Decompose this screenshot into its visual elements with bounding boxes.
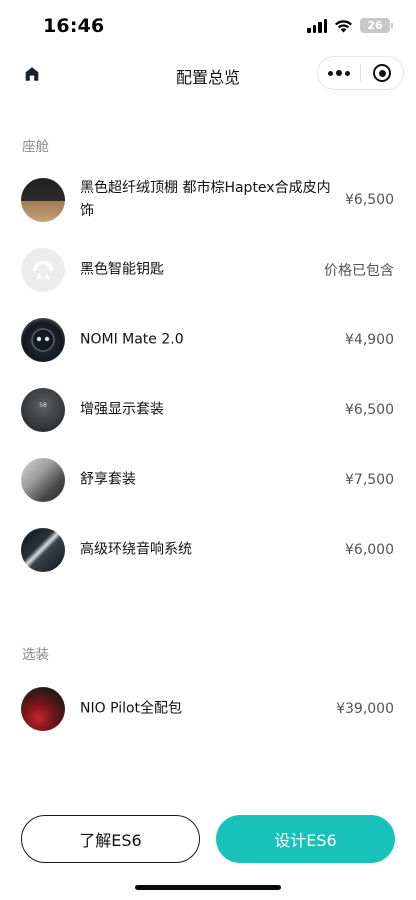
item-thumbnail: 58 <box>21 388 65 432</box>
item-thumbnail <box>21 687 65 731</box>
nomi-robot-icon <box>31 328 55 352</box>
item-name: 黑色智能钥匙 <box>80 261 164 278</box>
miniprogram-capsule <box>317 56 404 90</box>
nio-logo-icon <box>33 261 53 279</box>
wifi-icon <box>335 19 352 32</box>
item-thumbnail <box>21 318 65 362</box>
list-item[interactable]: NOMI Mate 2.0 ¥4,900 <box>0 305 416 375</box>
hud-speed-text: 58 <box>39 401 47 409</box>
status-icons: 26 <box>307 18 393 33</box>
learn-es6-button[interactable]: 了解ES6 <box>21 815 200 863</box>
item-price: ¥6,000 <box>345 542 394 558</box>
item-price: ¥39,000 <box>336 701 394 717</box>
item-price: 价格已包含 <box>324 263 394 279</box>
item-price: ¥6,500 <box>345 402 394 418</box>
battery-icon: 26 <box>360 18 393 33</box>
list-item[interactable]: 舒享套装 ¥7,500 <box>0 445 416 515</box>
item-price: ¥7,500 <box>345 472 394 488</box>
item-thumbnail <box>21 178 65 222</box>
item-price: ¥6,500 <box>345 192 394 208</box>
more-dots-icon <box>328 70 333 76</box>
list-item[interactable]: 高级环绕音响系统 ¥6,000 <box>0 515 416 585</box>
home-indicator <box>135 885 281 890</box>
list-item[interactable]: 黑色超纤绒顶棚 都市棕Haptex合成皮内饰 ¥6,500 <box>0 165 416 235</box>
item-price: ¥4,900 <box>345 332 394 348</box>
list-item[interactable]: 黑色智能钥匙 价格已包含 <box>0 235 416 305</box>
battery-level: 26 <box>367 19 383 32</box>
item-name: 舒享套装 <box>80 471 136 488</box>
item-name: 增强显示套装 <box>80 401 164 418</box>
status-time: 16:46 <box>43 15 105 37</box>
item-thumbnail <box>21 528 65 572</box>
item-thumbnail <box>21 458 65 502</box>
item-name: NOMI Mate 2.0 <box>80 331 184 348</box>
section-title-cabin: 座舱 <box>22 139 49 155</box>
navigation-header: 配置总览 <box>0 52 416 96</box>
item-thumbnail <box>21 248 65 292</box>
item-name: NIO Pilot全配包 <box>80 700 183 717</box>
cellular-signal-icon <box>307 18 327 33</box>
close-button[interactable] <box>361 57 403 89</box>
list-item[interactable]: 58 增强显示套装 ¥6,500 <box>0 375 416 445</box>
design-es6-button[interactable]: 设计ES6 <box>216 815 395 863</box>
close-target-icon <box>373 64 391 82</box>
list-item[interactable]: NIO Pilot全配包 ¥39,000 <box>0 674 416 744</box>
more-button[interactable] <box>318 57 360 89</box>
item-name: 高级环绕音响系统 <box>80 541 192 558</box>
section-title-options: 选装 <box>22 647 49 663</box>
status-bar: 16:46 26 <box>0 0 416 52</box>
item-name: 黑色超纤绒顶棚 都市棕Haptex合成皮内饰 <box>80 180 331 219</box>
